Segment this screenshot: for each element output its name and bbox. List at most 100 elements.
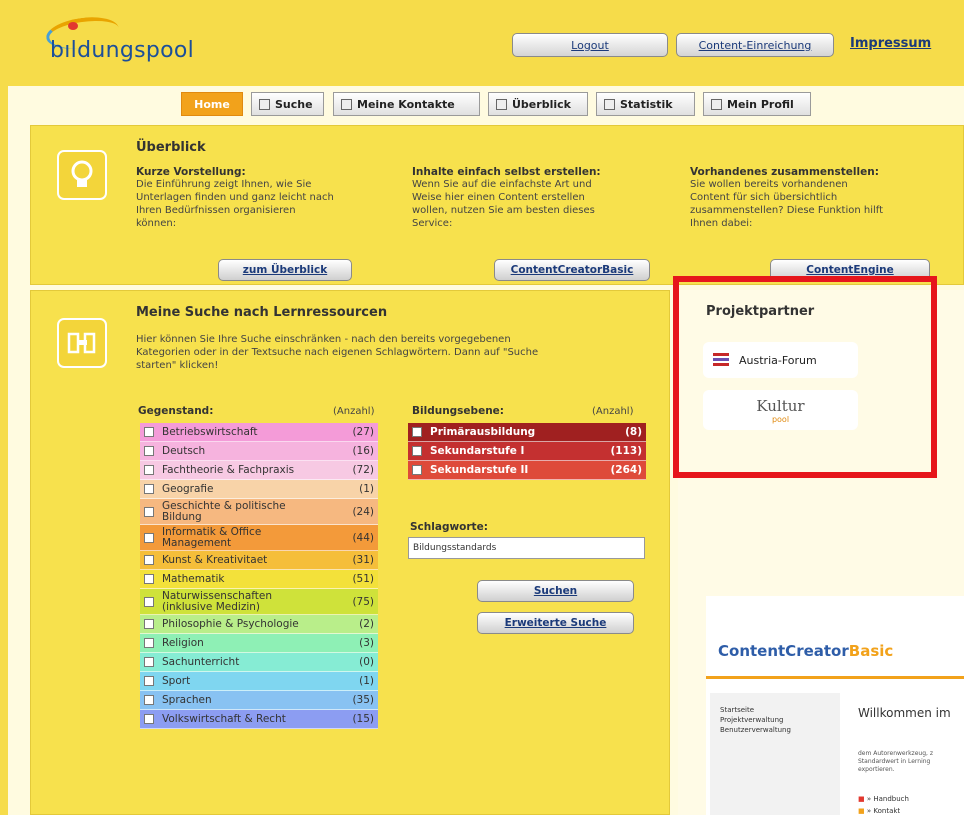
checkbox[interactable] <box>144 657 154 667</box>
level-count: (8) <box>625 426 642 438</box>
contentcreatorbasic-button[interactable]: ContentCreatorBasic <box>494 259 650 281</box>
subject-count: (44) <box>352 531 374 544</box>
create-text-2: Weise hier einen Content erstellen <box>412 192 585 203</box>
checkbox[interactable] <box>144 619 154 629</box>
level-count: (264) <box>610 464 642 476</box>
level-row[interactable]: Sekundarstufe I (113) <box>408 442 646 461</box>
ccb-link-handbuch[interactable]: ■ » Handbuch <box>858 795 909 803</box>
checkbox[interactable] <box>144 596 154 607</box>
ccb-welcome: Willkommen im <box>858 706 951 720</box>
subject-row[interactable]: Deutsch (16) <box>140 442 378 461</box>
subject-count: (72) <box>352 464 374 476</box>
tab-home[interactable]: Home <box>181 92 243 116</box>
logo-dot-icon <box>68 22 78 30</box>
logout-button[interactable]: Logout <box>512 33 668 57</box>
tab-kontakte-label: Meine Kontakte <box>357 97 455 111</box>
checkbox[interactable] <box>412 446 422 456</box>
tab-mein-profil[interactable]: Mein Profil <box>703 92 811 116</box>
subject-label: Religion <box>162 636 204 649</box>
ccb-nav-projektverwaltung[interactable]: Projektverwaltung <box>720 715 791 725</box>
subject-list: Betriebswirtschaft (27) Deutsch (16) Facht… <box>140 423 378 729</box>
level-row[interactable]: Sekundarstufe II (264) <box>408 461 646 480</box>
subject-label: Fachtheorie & Fachpraxis <box>162 463 295 476</box>
ccb-title-main: ContentCreator <box>718 642 849 660</box>
checkbox[interactable] <box>144 714 154 724</box>
advanced-search-button[interactable]: Erweiterte Suche <box>477 612 634 634</box>
subject-row[interactable]: Geschichte & politische Bildung (24) <box>140 499 378 525</box>
checkbox[interactable] <box>144 638 154 648</box>
subject-label: Philosophie & Psychologie <box>162 617 299 630</box>
subject-row[interactable]: Volkswirtschaft & Recht (15) <box>140 710 378 729</box>
checkbox[interactable] <box>144 446 154 456</box>
subject-row[interactable]: Mathematik (51) <box>140 570 378 589</box>
overview-title: Überblick <box>136 140 206 155</box>
bildungspool-logo[interactable]: bıldungspool <box>28 13 208 70</box>
subject-label: Informatik & Office Management <box>162 526 342 549</box>
overview-col-create: Inhalte einfach selbst erstellen: Wenn S… <box>412 166 662 230</box>
checkbox[interactable] <box>144 532 154 543</box>
bullet-icon: ■ <box>858 807 865 815</box>
tab-meine-kontakte[interactable]: Meine Kontakte <box>333 92 480 116</box>
intro-text-2: Unterlagen finden und ganz leicht nach <box>136 192 334 203</box>
keywords-input[interactable]: Bildungsstandards <box>408 537 645 559</box>
ccb-nav-startseite[interactable]: Startseite <box>720 705 791 715</box>
keywords-label: Schlagworte: <box>410 521 488 533</box>
tab-ueberblick-label: Überblick <box>512 97 571 111</box>
subject-row[interactable]: Fachtheorie & Fachpraxis (72) <box>140 461 378 480</box>
logo-text: bıldungspool <box>50 38 195 63</box>
search-button[interactable]: Suchen <box>477 580 634 602</box>
combine-heading: Vorhandenes zusammenstellen: <box>690 166 879 178</box>
zum-ueberblick-button[interactable]: zum Überblick <box>218 259 352 281</box>
tab-home-label: Home <box>194 97 230 111</box>
search-resources-icon <box>57 318 107 368</box>
checkbox[interactable] <box>412 427 422 437</box>
tab-statistik[interactable]: Statistik <box>596 92 695 116</box>
subject-row[interactable]: Philosophie & Psychologie (2) <box>140 615 378 634</box>
ccb-link-kontakt[interactable]: ■ » Kontakt <box>858 807 900 815</box>
ccb-body: dem Autorenwerkzeug, z Standardwert in L… <box>858 750 964 774</box>
ccb-body-1: dem Autorenwerkzeug, z <box>858 750 933 757</box>
subject-label: Betriebswirtschaft <box>162 425 258 438</box>
subject-row[interactable]: Naturwissenschaften (inklusive Medizin) (7… <box>140 589 378 615</box>
checkbox[interactable] <box>144 484 154 494</box>
subject-count: (1) <box>359 675 374 687</box>
tab-suche[interactable]: Suche <box>251 92 324 116</box>
intro-text-4: können: <box>136 218 177 229</box>
ccb-body-3: exportieren. <box>858 766 895 773</box>
lightbulb-icon <box>57 150 107 200</box>
subject-label: Sachunterricht <box>162 655 240 668</box>
checkbox[interactable] <box>144 506 154 517</box>
ccb-nav-benutzerverwaltung[interactable]: Benutzerverwaltung <box>720 725 791 735</box>
ccb-title: ContentCreatorBasic <box>718 642 893 660</box>
subject-row[interactable]: Sachunterricht (0) <box>140 653 378 672</box>
subject-count: (75) <box>352 595 374 608</box>
combine-text-3: zusammenstellen? Diese Funktion hilft <box>690 205 884 216</box>
subject-label: Geografie <box>162 482 214 495</box>
ccb-link-handbuch-label: Handbuch <box>873 795 909 803</box>
tab-ueberblick[interactable]: Überblick <box>488 92 588 116</box>
impressum-link[interactable]: Impressum <box>850 36 931 51</box>
checkbox[interactable] <box>144 465 154 475</box>
subject-row[interactable]: Sport (1) <box>140 672 378 691</box>
subject-label: Naturwissenschaften (inklusive Medizin) <box>162 590 342 613</box>
profile-icon <box>711 98 722 110</box>
create-text-3: wollen, nutzen Sie am besten dieses <box>412 205 595 216</box>
checkbox-checked[interactable] <box>412 465 422 475</box>
subject-row[interactable]: Betriebswirtschaft (27) <box>140 423 378 442</box>
subject-row[interactable]: Religion (3) <box>140 634 378 653</box>
checkbox[interactable] <box>144 555 154 565</box>
subject-row[interactable]: Sprachen (35) <box>140 691 378 710</box>
checkbox[interactable] <box>144 695 154 705</box>
checkbox[interactable] <box>144 676 154 686</box>
subject-count: (24) <box>352 505 374 518</box>
checkbox[interactable] <box>144 574 154 584</box>
level-header: Bildungsebene: <box>412 405 504 417</box>
content-submission-button[interactable]: Content-Einreichung <box>676 33 834 57</box>
subject-row[interactable]: Informatik & Office Management (44) <box>140 525 378 551</box>
checkbox[interactable] <box>144 427 154 437</box>
level-label: Sekundarstufe II <box>430 463 529 476</box>
subject-count: (35) <box>352 694 374 706</box>
subject-row[interactable]: Geografie (1) <box>140 480 378 499</box>
level-row[interactable]: Primärausbildung (8) <box>408 423 646 442</box>
subject-row[interactable]: Kunst & Kreativitaet (31) <box>140 551 378 570</box>
